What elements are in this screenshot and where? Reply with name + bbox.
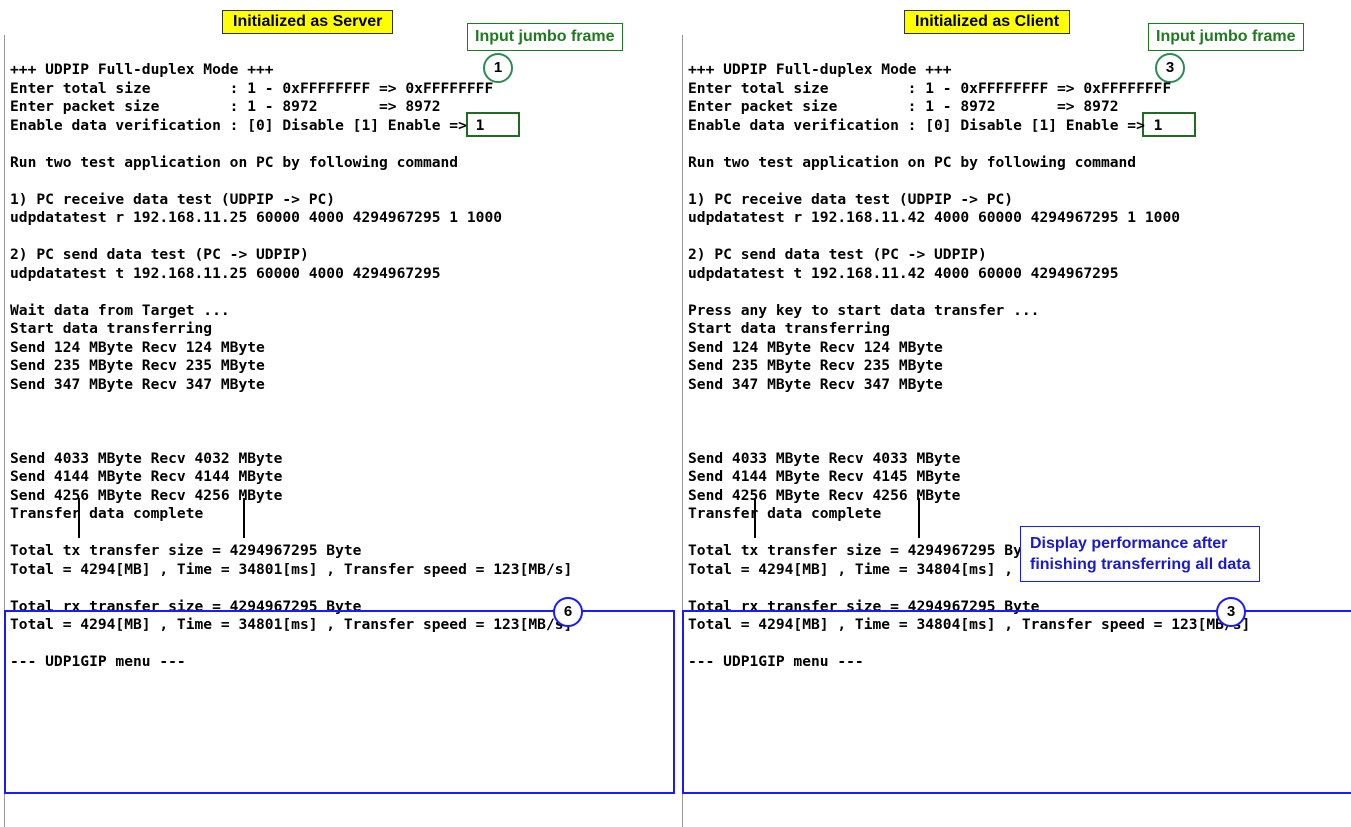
terminal-line: Total tx transfer size = 4294967295 Byte — [688, 542, 1040, 559]
terminal-line: Send 4033 MByte Recv 4032 MByte — [10, 449, 283, 467]
client-performance-note: Display performance after finishing trans… — [1020, 526, 1261, 582]
server-title-label: Initialized as Server — [222, 10, 394, 34]
terminal-line: 2) PC send data test (PC -> UDPIP) — [10, 246, 309, 263]
terminal-line: Send 4256 MByte Recv 4256 MByte — [10, 486, 283, 504]
terminal-line: Enter total size : 1 - 0xFFFFFFFF => 0xF… — [688, 79, 1172, 97]
terminal-line: Send 124 MByte Recv 124 MByte — [688, 338, 943, 356]
client-send-continuation-line — [754, 498, 756, 538]
client-step-marker-3b: 3 — [1216, 597, 1246, 627]
server-performance-box — [4, 610, 675, 794]
terminal-line: Enter packet size : 1 - 8972 => 8972 — [688, 98, 1119, 115]
server-step-marker-6: 6 — [553, 597, 583, 627]
terminal-line: Transfer data complete — [10, 505, 204, 522]
terminal-line: udpdatatest r 192.168.11.42 4000 60000 4… — [688, 209, 1181, 226]
terminal-line: udpdatatest t 192.168.11.42 4000 60000 4… — [688, 264, 1119, 282]
terminal-line: Send 4144 MByte Recv 4144 MByte — [10, 468, 283, 485]
terminal-line: Transfer data complete — [688, 505, 882, 522]
client-console-panel: Initialized as Client Input jumbo frame … — [678, 0, 1351, 827]
terminal-line: Enter total size : 1 - 0xFFFFFFFF => 0xF… — [10, 79, 494, 97]
terminal-line: 1) PC receive data test (UDPIP -> PC) — [688, 190, 1014, 208]
terminal-line: Send 235 MByte Recv 235 MByte — [10, 357, 265, 374]
client-jumbo-callout: Input jumbo frame — [1148, 23, 1304, 51]
terminal-line: Send 347 MByte Recv 347 MByte — [688, 375, 943, 393]
terminal-line: Send 4144 MByte Recv 4145 MByte — [688, 468, 961, 485]
terminal-line: Press any key to start data transfer ... — [688, 301, 1040, 319]
server-terminal-output: +++ UDPIP Full-duplex Mode +++ Enter tot… — [10, 61, 572, 672]
server-send-continuation-line — [78, 498, 80, 538]
server-console-panel: Initialized as Server Input jumbo frame … — [0, 0, 675, 827]
terminal-line: Enable data verification : [0] Disable [… — [10, 116, 485, 134]
client-recv-continuation-line — [918, 498, 920, 538]
terminal-line: Run two test application on PC by follow… — [10, 153, 459, 171]
terminal-line: Start data transferring — [688, 320, 891, 337]
note-line-2: finishing transferring all data — [1030, 556, 1251, 573]
terminal-line: Run two test application on PC by follow… — [688, 153, 1137, 171]
terminal-line: 2) PC send data test (PC -> UDPIP) — [688, 246, 987, 263]
terminal-line: udpdatatest t 192.168.11.25 60000 4000 4… — [10, 264, 441, 282]
terminal-line: Send 4033 MByte Recv 4033 MByte — [688, 449, 961, 467]
server-jumbo-callout: Input jumbo frame — [467, 23, 623, 51]
terminal-line: Send 347 MByte Recv 347 MByte — [10, 375, 265, 393]
client-title-label: Initialized as Client — [904, 10, 1071, 34]
client-performance-box — [682, 610, 1351, 794]
terminal-line: Wait data from Target ... — [10, 301, 230, 319]
terminal-line: 1) PC receive data test (UDPIP -> PC) — [10, 190, 336, 208]
terminal-line: +++ UDPIP Full-duplex Mode +++ — [688, 61, 952, 78]
terminal-line: Send 235 MByte Recv 235 MByte — [688, 357, 943, 374]
terminal-line: udpdatatest r 192.168.11.25 60000 4000 4… — [10, 209, 503, 226]
terminal-line: Enter packet size : 1 - 8972 => 8972 — [10, 98, 441, 115]
terminal-line: Total = 4294[MB] , Time = 34801[ms] , Tr… — [10, 560, 573, 578]
server-recv-continuation-line — [243, 498, 245, 538]
terminal-line: Start data transferring — [10, 320, 213, 337]
terminal-line: Send 124 MByte Recv 124 MByte — [10, 338, 265, 356]
note-line-1: Display performance after — [1030, 535, 1228, 552]
terminal-line: +++ UDPIP Full-duplex Mode +++ — [10, 61, 274, 78]
terminal-line: Enable data verification : [0] Disable [… — [688, 116, 1163, 134]
terminal-line: Total tx transfer size = 4294967295 Byte — [10, 542, 362, 559]
